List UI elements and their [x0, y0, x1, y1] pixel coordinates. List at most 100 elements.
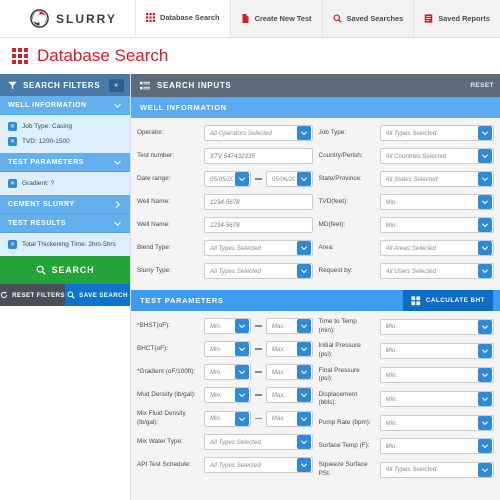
chevron-down-icon[interactable]	[234, 319, 249, 333]
bhst-max-select[interactable]: Max.	[265, 318, 313, 334]
reset-inputs-link[interactable]: RESET	[470, 82, 494, 89]
close-icon[interactable]: ✕	[8, 122, 17, 131]
chevron-down-icon[interactable]	[296, 126, 311, 140]
chevron-down-icon[interactable]	[234, 342, 249, 356]
chevron-down-icon[interactable]	[296, 172, 311, 186]
md-min-select[interactable]: Min.	[379, 217, 494, 233]
chevron-down-icon[interactable]	[478, 172, 492, 186]
sidebar-group-well-information[interactable]: WELL INFORMATION	[0, 96, 130, 115]
chevron-down-icon[interactable]	[296, 264, 311, 278]
mix-fluid-density-min-select[interactable]: Min.	[204, 410, 251, 427]
chevron-down-icon[interactable]	[478, 462, 492, 477]
chevron-down-icon[interactable]	[478, 319, 492, 334]
field-label: *Gradient (oF/100ft):	[137, 367, 196, 375]
search-button[interactable]: SEARCH	[0, 256, 130, 284]
sidebar-group-cement-slurry[interactable]: CEMENT SLURRY	[0, 195, 130, 214]
sidebar-collapse-button[interactable]: «	[109, 78, 124, 92]
field-slurry-type: Slurry Type: All Types Selected	[137, 263, 313, 279]
select-value: 05/05/2013	[210, 175, 233, 183]
well-name-input-2[interactable]: 1234-5678	[204, 217, 313, 233]
blend-type-select[interactable]: All Types Selected	[204, 240, 313, 256]
surface-temp-select[interactable]: Min.	[379, 438, 494, 455]
bhct-min-select[interactable]: Min.	[204, 341, 251, 357]
calculate-bht-button[interactable]: CALCULATE BHT	[402, 290, 493, 311]
close-icon[interactable]: ✕	[8, 179, 17, 188]
close-icon[interactable]: ✕	[8, 240, 17, 249]
chevron-down-icon[interactable]	[478, 126, 492, 140]
mix-fluid-density-max-select[interactable]: Max.	[265, 410, 313, 427]
country-select[interactable]: All Countries Selected	[379, 148, 494, 164]
bhct-max-select[interactable]: Max.	[265, 341, 313, 357]
chevron-down-icon[interactable]	[478, 149, 492, 163]
state-select[interactable]: All States Selected	[379, 171, 494, 187]
well-information-fields: Operator: All Operators Selected Test nu…	[131, 118, 500, 290]
date-from-select[interactable]: 05/05/2013	[204, 171, 251, 187]
grid-icon	[145, 13, 155, 22]
chevron-down-icon[interactable]	[234, 365, 249, 379]
chevron-down-icon[interactable]	[478, 241, 492, 255]
date-to-select[interactable]: 05/06/2013	[265, 171, 313, 187]
request-by-select[interactable]: All Users Selected	[379, 263, 494, 279]
close-icon[interactable]: ✕	[8, 137, 17, 146]
tab-saved-searches[interactable]: Saved Searches	[321, 0, 414, 37]
initial-pressure-select[interactable]: Min.	[379, 342, 494, 359]
api-test-schedule-select[interactable]: All Types Selected	[204, 457, 313, 474]
sidebar-actions: RESET FILTERS SAVE SEARCH	[0, 284, 130, 306]
mud-density-min-select[interactable]: Min.	[204, 387, 251, 403]
filter-tag-label: Gradient: ?	[22, 180, 55, 187]
gradient-max-select[interactable]: Max.	[265, 364, 313, 380]
chevron-down-icon[interactable]	[296, 342, 311, 356]
tab-database-search[interactable]: Database Search	[134, 0, 230, 37]
search-inputs-header: SEARCH INPUTS RESET	[131, 74, 500, 97]
chevron-down-icon[interactable]	[296, 435, 311, 450]
chevron-down-icon[interactable]	[296, 319, 311, 333]
time-to-temp-select[interactable]: Min.	[379, 318, 494, 335]
brand-logo[interactable]: SLURRY	[0, 0, 117, 37]
chevron-down-icon[interactable]	[234, 388, 249, 402]
sidebar-group-test-parameters[interactable]: TEST PARAMETERS	[0, 153, 130, 172]
select-value: Min.	[210, 322, 222, 330]
select-value: Min.	[210, 391, 222, 399]
reset-filters-button[interactable]: RESET FILTERS	[0, 284, 65, 306]
tvd-min-select[interactable]: Min.	[379, 194, 494, 210]
chevron-down-icon[interactable]	[234, 172, 249, 186]
chevron-down-icon[interactable]	[478, 392, 492, 407]
operator-select[interactable]: All Operators Selected	[204, 125, 313, 141]
field-md-feet: MD(feet): Min.	[319, 217, 494, 233]
pump-rate-select[interactable]: Min.	[379, 415, 494, 432]
sidebar-group-test-results[interactable]: TEST RESULTS	[0, 214, 130, 233]
displacement-select[interactable]: Min.	[379, 391, 494, 408]
field-label: Mud Density (lb/gal):	[137, 390, 196, 398]
job-type-select[interactable]: All Types Selected	[379, 125, 494, 141]
field-label: Country/Perish:	[318, 151, 363, 159]
test-number-input[interactable]: XTV 547432335	[204, 148, 313, 164]
slurry-type-select[interactable]: All Types Selected	[204, 263, 313, 279]
tab-create-new-test[interactable]: Create New Test	[229, 0, 322, 37]
bhst-min-select[interactable]: Min.	[204, 318, 251, 334]
chevron-down-icon[interactable]	[478, 218, 492, 232]
gradient-min-select[interactable]: Min.	[204, 364, 251, 380]
chevron-down-icon[interactable]	[478, 439, 492, 454]
chevron-down-icon[interactable]	[234, 411, 249, 426]
chevron-down-icon[interactable]	[296, 458, 311, 473]
final-pressure-select[interactable]: Min.	[379, 367, 494, 384]
area-select[interactable]: All Areas Selected	[379, 240, 494, 256]
chevron-down-icon[interactable]	[478, 416, 492, 431]
chevron-down-icon[interactable]	[296, 365, 311, 379]
save-search-button[interactable]: SAVE SEARCH	[65, 284, 130, 306]
chevron-down-icon[interactable]	[478, 195, 492, 209]
select-value: All Types Selected	[210, 438, 261, 446]
mud-density-max-select[interactable]: Max.	[265, 387, 313, 403]
chevron-down-icon[interactable]	[296, 241, 311, 255]
chevron-down-icon[interactable]	[478, 343, 492, 358]
chevron-down-icon[interactable]	[296, 388, 311, 402]
sidebar-header-label: SEARCH FILTERS	[23, 80, 101, 90]
chevron-down-icon[interactable]	[478, 368, 492, 383]
chevron-down-icon[interactable]	[478, 264, 492, 278]
chevron-down-icon[interactable]	[296, 411, 311, 426]
squeeze-surface-psi-select[interactable]: All Types Selected	[379, 461, 494, 478]
well-name-input-1[interactable]: 1234-5678	[204, 194, 313, 210]
mix-water-type-select[interactable]: All Types Selected	[204, 434, 313, 451]
tab-saved-reports[interactable]: Saved Reports	[413, 0, 500, 37]
field-label: Operator:	[137, 128, 164, 136]
